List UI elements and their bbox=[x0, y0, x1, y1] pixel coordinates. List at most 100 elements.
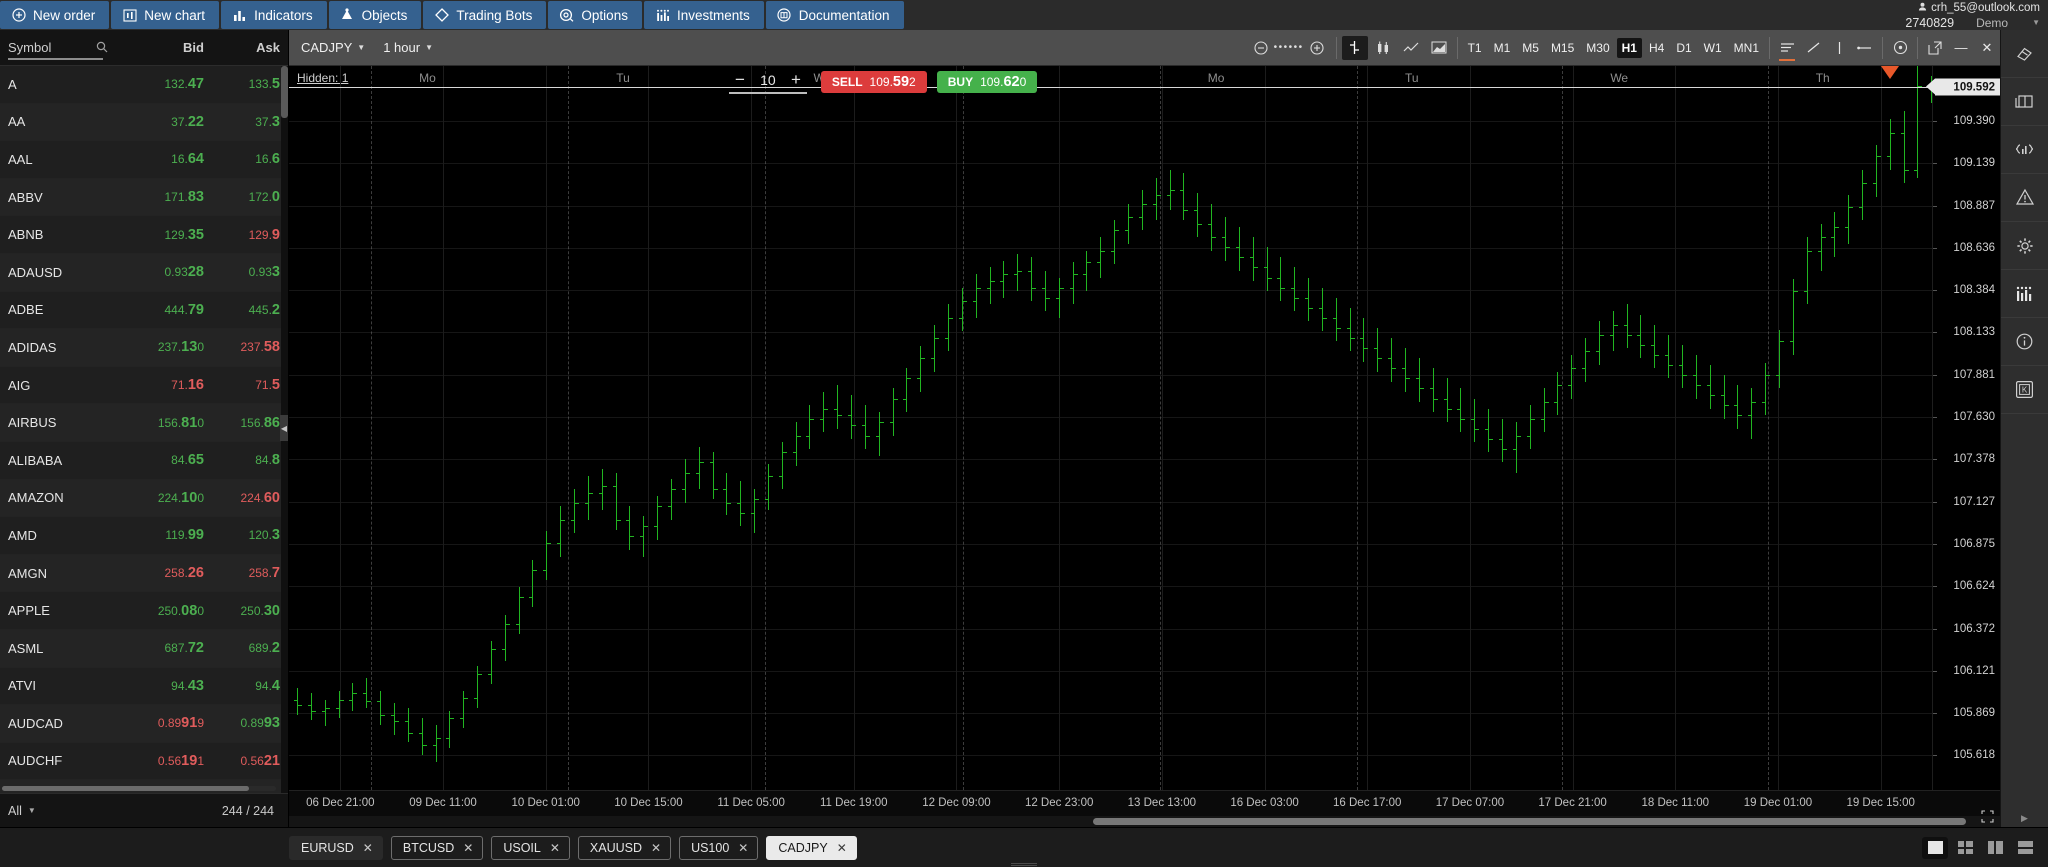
info-circle-icon[interactable] bbox=[2001, 318, 2048, 366]
close-tab-icon[interactable]: ✕ bbox=[463, 841, 473, 855]
trendline-tool-icon[interactable] bbox=[1800, 36, 1826, 60]
timeframe-t1[interactable]: T1 bbox=[1463, 38, 1487, 58]
symbol-row[interactable]: ADBE 444.79 445.2 bbox=[0, 291, 288, 330]
close-tab-icon[interactable]: ✕ bbox=[363, 841, 373, 855]
timeframe-m30[interactable]: M30 bbox=[1581, 38, 1614, 58]
symbol-row[interactable]: AAL 16.64 16.6 bbox=[0, 141, 288, 179]
horizontal-lines-tool-icon[interactable] bbox=[1774, 36, 1800, 61]
symbol-filter-dropdown[interactable]: All ▼ bbox=[8, 804, 36, 818]
symbol-row[interactable]: AA 37.22 37.3 bbox=[0, 103, 288, 142]
symbol-row[interactable]: ADIDAS 237.130 237.58 bbox=[0, 329, 288, 367]
chart-tab-usoil[interactable]: USOIL ✕ bbox=[491, 835, 570, 860]
layout-single-icon[interactable] bbox=[1922, 836, 1948, 859]
ray-tool-icon[interactable] bbox=[1852, 36, 1878, 60]
timeframe-d1[interactable]: D1 bbox=[1671, 38, 1696, 58]
menu-button-investments[interactable]: Investments bbox=[643, 1, 764, 29]
chart-horizontal-scrollbar[interactable] bbox=[289, 809, 2000, 827]
indicator-brackets-icon[interactable] bbox=[2001, 126, 2048, 174]
chart-tab-xauusd[interactable]: XAUUSD ✕ bbox=[577, 835, 672, 860]
area-style-icon[interactable] bbox=[1426, 36, 1452, 60]
k-box-icon[interactable]: K bbox=[2001, 366, 2048, 414]
account-info[interactable]: crh_55@outlook.com 2740829 Demo ▼ bbox=[1848, 0, 2048, 30]
chart-symbol-selector[interactable]: CADJPY ▼ bbox=[289, 40, 365, 55]
search-icon[interactable] bbox=[96, 41, 108, 56]
clock-object-icon[interactable] bbox=[1887, 36, 1913, 60]
zoom-out-icon[interactable] bbox=[1254, 40, 1268, 55]
bars-style-icon[interactable] bbox=[1341, 35, 1368, 60]
menu-button-documentation[interactable]: Documentation bbox=[765, 1, 904, 29]
symbol-row[interactable]: ABNB 129.35 129.9 bbox=[0, 216, 288, 254]
close-tab-icon[interactable]: ✕ bbox=[738, 841, 748, 855]
timeframe-h1[interactable]: H1 bbox=[1616, 37, 1642, 58]
chart-tab-btcusd[interactable]: BTCUSD ✕ bbox=[390, 835, 484, 860]
menu-button-new-chart[interactable]: New chart bbox=[111, 1, 220, 29]
buy-button[interactable]: BUY 109.620 bbox=[936, 70, 1038, 93]
symbol-row[interactable]: ASML 687.72 689.2 bbox=[0, 629, 288, 668]
chevron-down-icon[interactable]: ▼ bbox=[2032, 18, 2040, 27]
symbol-row[interactable]: AMGN 258.26 258.7 bbox=[0, 554, 288, 593]
layout-grid4-icon[interactable] bbox=[1952, 837, 1978, 859]
stats-bars-icon[interactable] bbox=[2001, 270, 2048, 318]
symbol-row[interactable]: ABBV 171.83 172.0 bbox=[0, 178, 288, 217]
timeframe-m1[interactable]: M1 bbox=[1489, 38, 1516, 58]
price-axis[interactable]: 109.390 109.139 108.887 108.636 108.384 108.1… bbox=[1926, 66, 2000, 790]
menu-button-new-order[interactable]: New order bbox=[0, 1, 110, 29]
symbol-row[interactable]: AIG 71.16 71.5 bbox=[0, 366, 288, 405]
chart-tab-eurusd[interactable]: EURUSD ✕ bbox=[289, 835, 383, 860]
menu-button-objects[interactable]: Objects bbox=[328, 1, 422, 29]
symbol-row[interactable]: ALIBABA 84.65 84.8 bbox=[0, 441, 288, 480]
account-number-row[interactable]: 2740829 Demo ▼ bbox=[1905, 15, 2040, 30]
gear-icon[interactable] bbox=[2001, 222, 2048, 270]
symbol-row[interactable]: A 132.47 133.5 bbox=[0, 66, 288, 104]
rail-expand-arrow[interactable]: ▶ bbox=[2001, 805, 2048, 827]
timeframe-h4[interactable]: H4 bbox=[1644, 38, 1669, 58]
popout-window-icon[interactable] bbox=[1922, 36, 1948, 60]
close-tab-icon[interactable]: ✕ bbox=[651, 841, 661, 855]
panels-icon[interactable] bbox=[2001, 78, 2048, 126]
quantity-decrease-button[interactable]: − bbox=[735, 70, 745, 90]
line-style-icon[interactable] bbox=[1398, 36, 1424, 60]
symbol-row[interactable]: APPLE 250.080 250.30 bbox=[0, 592, 288, 630]
menu-button-indicators[interactable]: Indicators bbox=[221, 1, 327, 29]
symbol-row[interactable]: AIRBUS 156.810 156.86 bbox=[0, 404, 288, 442]
close-chart-icon[interactable]: ✕ bbox=[1974, 36, 2000, 60]
timeframe-m15[interactable]: M15 bbox=[1546, 38, 1579, 58]
eraser-icon[interactable] bbox=[2001, 30, 2048, 78]
zoom-level-dots[interactable]: •••••• bbox=[1274, 42, 1304, 53]
vertical-line-tool-icon[interactable] bbox=[1826, 36, 1852, 60]
sidebar-collapse-arrow[interactable]: ◀ bbox=[280, 415, 288, 441]
symbol-row[interactable]: AUDCHF 0.56191 0.5621 bbox=[0, 742, 288, 781]
down-triangle-marker[interactable] bbox=[1880, 66, 1899, 79]
quantity-increase-button[interactable]: + bbox=[791, 70, 801, 90]
quantity-stepper[interactable]: − 10 + bbox=[729, 69, 807, 94]
column-header-ask[interactable]: Ask bbox=[210, 40, 288, 55]
chart-tab-us100[interactable]: US100 ✕ bbox=[679, 835, 759, 860]
chart-timeframe-selector[interactable]: 1 hour ▼ bbox=[365, 40, 433, 55]
quantity-value[interactable]: 10 bbox=[755, 72, 781, 88]
column-header-bid[interactable]: Bid bbox=[120, 40, 210, 55]
symbol-row[interactable]: AMAZON 224.100 224.60 bbox=[0, 479, 288, 518]
timeframe-w1[interactable]: W1 bbox=[1699, 38, 1727, 58]
timeframe-m5[interactable]: M5 bbox=[1517, 38, 1544, 58]
minimize-icon[interactable]: — bbox=[1948, 36, 1974, 60]
candles-style-icon[interactable] bbox=[1370, 36, 1396, 60]
layout-split-horizontal-icon[interactable] bbox=[2012, 837, 2038, 859]
menu-button-options[interactable]: Options bbox=[548, 1, 642, 29]
symbol-row[interactable]: ATVI 94.43 94.4 bbox=[0, 667, 288, 706]
sell-button[interactable]: SELL 109.592 bbox=[820, 70, 927, 93]
fit-chart-icon[interactable] bbox=[1976, 805, 1998, 827]
chart-tab-cadjpy[interactable]: CADJPY ✕ bbox=[766, 835, 857, 860]
alert-triangle-icon[interactable] bbox=[2001, 174, 2048, 222]
sidebar-horizontal-scrollbar[interactable] bbox=[2, 786, 276, 791]
timeframe-mn1[interactable]: MN1 bbox=[1729, 38, 1764, 58]
layout-split-vertical-icon[interactable] bbox=[1982, 837, 2008, 859]
close-tab-icon[interactable]: ✕ bbox=[837, 841, 847, 855]
menu-button-trading-bots[interactable]: Trading Bots bbox=[423, 1, 547, 29]
resize-grip[interactable] bbox=[1011, 863, 1037, 866]
zoom-in-icon[interactable] bbox=[1310, 40, 1324, 55]
symbol-row[interactable]: ADAUSD 0.9328 0.933 bbox=[0, 253, 288, 292]
time-axis[interactable]: 06 Dec 21:00 09 Dec 11:00 10 Dec 01:00 10 D… bbox=[289, 790, 2000, 816]
close-tab-icon[interactable]: ✕ bbox=[550, 841, 560, 855]
symbol-row[interactable]: AMD 119.99 120.3 bbox=[0, 517, 288, 555]
symbol-row[interactable]: AUDCAD 0.89919 0.8993 bbox=[0, 705, 288, 743]
